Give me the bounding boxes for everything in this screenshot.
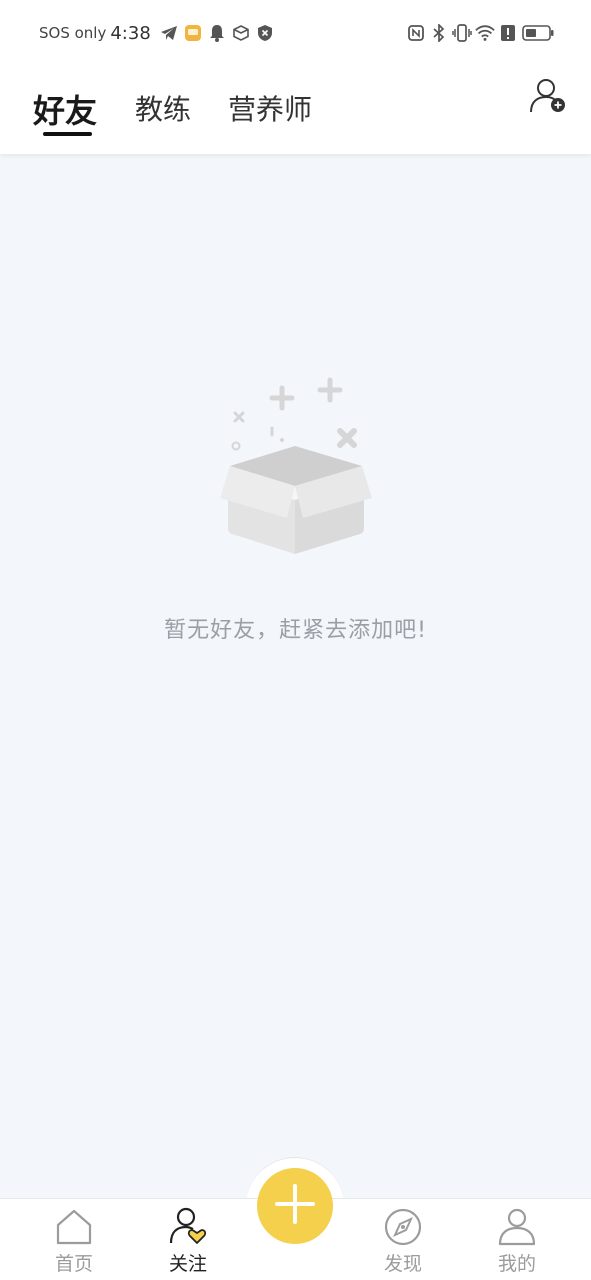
package-icon <box>231 23 251 43</box>
nav-discover[interactable]: 发现 <box>363 1207 443 1276</box>
bell-icon <box>207 23 227 43</box>
wifi-icon <box>475 23 495 43</box>
add-button[interactable] <box>257 1168 333 1244</box>
follow-icon <box>168 1207 208 1247</box>
plus-icon <box>273 1182 317 1230</box>
add-user-icon[interactable] <box>528 78 570 118</box>
home-icon <box>54 1207 94 1247</box>
empty-box-icon <box>210 368 385 558</box>
tab-nutritionists[interactable]: 营养师 <box>228 88 312 128</box>
nav-follow[interactable]: 关注 <box>148 1207 228 1276</box>
active-tab-indicator <box>43 132 92 136</box>
tab-coaches[interactable]: 教练 <box>135 88 191 128</box>
nav-follow-label: 关注 <box>168 1253 207 1275</box>
clock: 4:38 <box>110 22 151 44</box>
nav-home-label: 首页 <box>54 1253 93 1275</box>
empty-state-message: 暂无好友，赶紧去添加吧! <box>164 618 427 643</box>
bluetooth-icon <box>429 23 449 43</box>
carrier-text: SOS only <box>39 24 107 42</box>
status-bar-right <box>403 20 555 46</box>
shield-icon <box>255 23 275 43</box>
alert-icon <box>498 23 518 43</box>
telegram-icon <box>159 23 179 43</box>
compass-icon <box>383 1207 423 1247</box>
status-bar-left: SOS only 4:38 <box>39 20 279 46</box>
nav-discover-label: 发现 <box>383 1253 422 1275</box>
battery-icon <box>521 23 555 43</box>
nav-profile-label: 我的 <box>497 1253 536 1275</box>
app-notification-icon <box>183 23 203 43</box>
profile-icon <box>497 1207 537 1247</box>
top-tab-bar: 好友 教练 营养师 <box>0 66 591 154</box>
nfc-icon <box>406 23 426 43</box>
vibrate-icon <box>452 23 472 43</box>
status-bar: SOS only 4:38 <box>0 0 591 66</box>
tab-friends[interactable]: 好友 <box>33 86 97 132</box>
nav-profile[interactable]: 我的 <box>477 1207 557 1276</box>
nav-home[interactable]: 首页 <box>34 1207 114 1276</box>
